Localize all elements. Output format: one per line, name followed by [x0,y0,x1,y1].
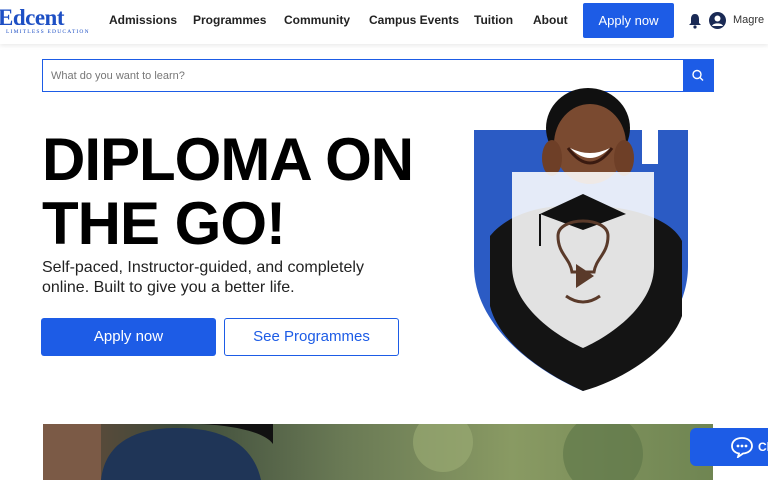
hero-title: DIPLOMA ON THE GO! [42,126,414,257]
bell-icon[interactable] [688,13,702,29]
logo-text: Edcent [0,5,65,30]
nav-tuition[interactable]: Tuition [474,13,513,27]
logo-tagline: LIMITLESS EDUCATION [6,29,90,35]
username[interactable]: Magre [733,14,764,26]
hero-image [474,88,688,391]
nav-programmes[interactable]: Programmes [193,13,266,27]
banner-image [43,424,713,480]
apply-now-button[interactable]: Apply now [41,318,216,356]
site-header: Edcent LIMITLESS EDUCATION Admissions Pr… [0,0,768,44]
nav-campus-events[interactable]: Campus Events [369,13,459,27]
hero-subtitle: Self-paced, Instructor-guided, and compl… [42,259,364,296]
nav-about[interactable]: About [533,13,568,27]
apply-now-header-button[interactable]: Apply now [583,3,674,38]
logo[interactable]: Edcent LIMITLESS EDUCATION [0,4,94,38]
chat-widget-button[interactable]: Ch [690,428,768,466]
nav-community[interactable]: Community [284,13,350,27]
nav-admissions[interactable]: Admissions [109,13,177,27]
chat-icon [731,437,753,458]
see-programmes-button[interactable]: See Programmes [224,318,399,356]
chat-label: Ch [758,440,768,454]
user-icon[interactable] [709,12,726,29]
